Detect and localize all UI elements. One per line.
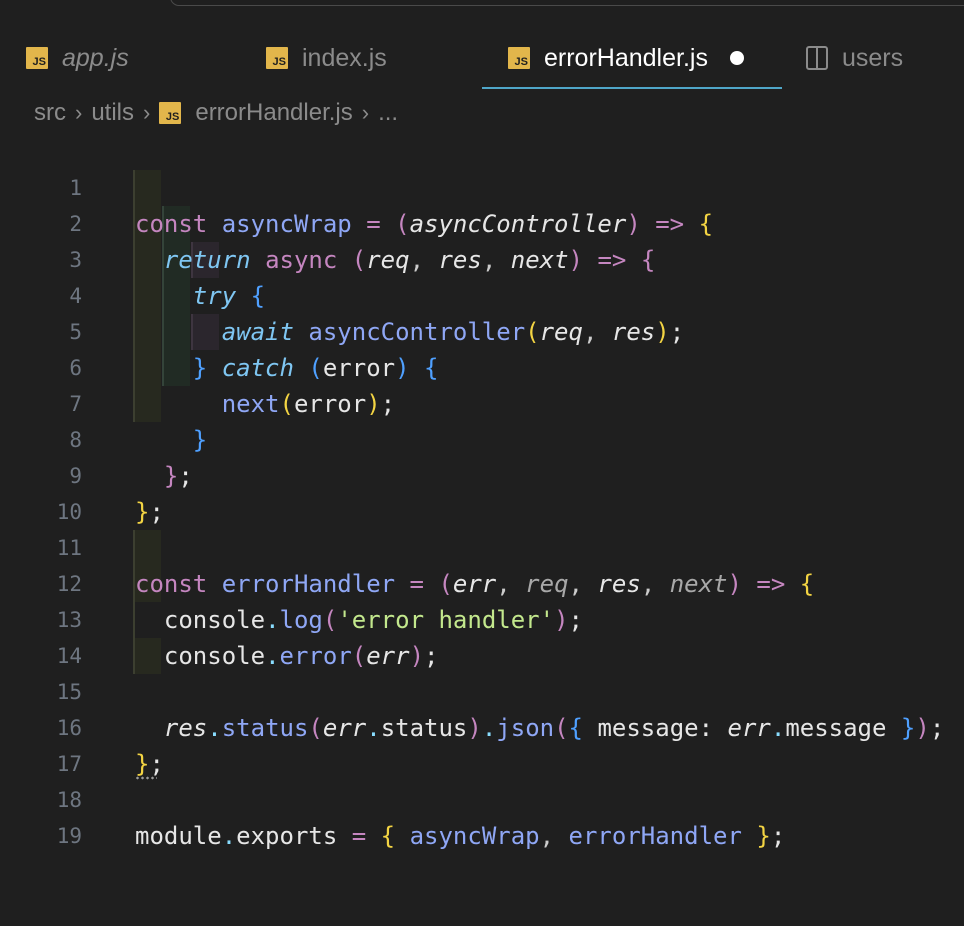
window-frame-edge <box>170 0 964 6</box>
unsaved-changes-dot-icon[interactable] <box>729 51 744 65</box>
code-line: 6 next(error); <box>0 314 964 418</box>
breadcrumb-item-utils[interactable]: utils <box>91 99 134 127</box>
preview-split-icon <box>806 46 828 70</box>
code-line: 11 const errorHandler = (err, req, res, … <box>0 494 964 598</box>
tab-label: users <box>842 43 904 72</box>
code-line: 14 <box>0 602 964 668</box>
tab-label: index.js <box>302 43 387 72</box>
code-line: 19 <box>0 782 964 848</box>
code-line: 1 const asyncWrap = (asyncController) =>… <box>0 134 964 238</box>
code-line: 13 console.error(err); <box>0 566 964 670</box>
js-file-icon: JS <box>159 102 182 124</box>
js-file-icon: JS <box>26 47 48 69</box>
code-line: 2 return async (req, res, next) => { <box>0 170 964 274</box>
chevron-right-icon: › <box>143 100 151 125</box>
code-line: 12 console.log('error handler'); <box>0 530 964 634</box>
js-file-icon: JS <box>266 47 288 69</box>
tab-errorhandler-js[interactable]: JS errorHandler.js <box>508 28 744 88</box>
editor-tab-bar: JS app.js JS index.js JS errorHandler.js… <box>0 28 964 90</box>
breadcrumb-item-src[interactable]: src <box>34 99 66 127</box>
breadcrumb: src › utils › JS errorHandler.js › ... <box>34 96 398 130</box>
code-line: 8 }; <box>0 386 964 490</box>
code-editor[interactable]: 1 const asyncWrap = (asyncController) =>… <box>0 134 964 850</box>
code-line: 9 }; <box>0 422 964 526</box>
js-file-icon: JS <box>508 47 530 69</box>
hint-dots-indicator[interactable] <box>135 776 157 780</box>
code-line: 3 try { <box>0 206 964 310</box>
tab-app-js[interactable]: JS app.js <box>26 28 129 88</box>
code-text: module.exports = { asyncWrap, errorHandl… <box>135 822 786 850</box>
chevron-right-icon: › <box>75 100 83 125</box>
tab-label: errorHandler.js <box>544 43 708 72</box>
code-line: 18 module.exports = { asyncWrap, errorHa… <box>0 746 964 850</box>
active-tab-indicator <box>482 87 782 89</box>
line-number: 19 <box>56 824 82 848</box>
code-line: 5 } catch (error) { <box>0 278 964 382</box>
code-line: 10 <box>0 458 964 524</box>
breadcrumb-item-symbols[interactable]: ... <box>378 99 398 127</box>
code-line: 15 res.status(err.status).json({ message… <box>0 638 964 742</box>
code-line: 4 await asyncController(req, res); <box>0 242 964 346</box>
code-line: 7 } <box>0 350 964 454</box>
chevron-right-icon: › <box>361 100 370 125</box>
code-line: 16 }; <box>0 674 964 778</box>
tab-users[interactable]: users <box>806 28 903 88</box>
tab-label: app.js <box>62 43 129 72</box>
breadcrumb-item-file[interactable]: errorHandler.js <box>195 99 352 127</box>
code-line: 17 <box>0 710 964 776</box>
tab-index-js[interactable]: JS index.js <box>266 28 387 88</box>
